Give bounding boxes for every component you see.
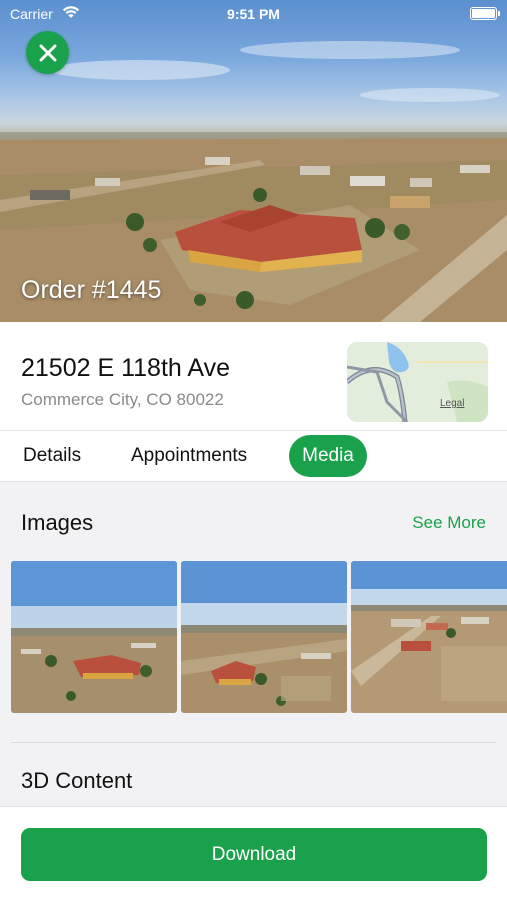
hero-image: Carrier 9:51 PM Order #1445 [0,0,507,322]
close-icon [39,44,56,61]
bottom-action-bar: Download [0,806,507,900]
see-more-link[interactable]: See More [412,513,486,533]
tab-appointments[interactable]: Appointments [131,435,247,477]
map-thumbnail[interactable]: Legal [347,342,488,422]
gallery-photo[interactable] [351,561,507,713]
gallery-photo[interactable] [11,561,177,713]
segmented-tabs: Details Appointments Media [0,430,507,482]
aerial-property-photo [0,41,507,322]
gallery-photo[interactable] [181,561,347,713]
image-gallery[interactable] [11,561,507,713]
address-card: 21502 E 118th Ave Commerce City, CO 8002… [0,322,507,430]
tab-media[interactable]: Media [289,435,367,477]
3d-content-section-title: 3D Content [21,768,133,793]
order-title: Order #1445 [21,276,162,304]
section-divider [11,742,496,743]
city-state-zip: Commerce City, CO 80022 [21,390,224,409]
street-address: 21502 E 118th Ave [21,354,230,382]
clock: 9:51 PM [227,6,280,22]
map-legal-link[interactable]: Legal [440,398,464,409]
status-bar: Carrier 9:51 PM [0,0,507,28]
close-button[interactable] [26,31,69,74]
map-graphic [347,342,488,422]
battery-icon [470,7,500,20]
tab-details[interactable]: Details [23,435,81,477]
images-section-title: Images [21,510,94,535]
download-button[interactable]: Download [21,828,487,881]
